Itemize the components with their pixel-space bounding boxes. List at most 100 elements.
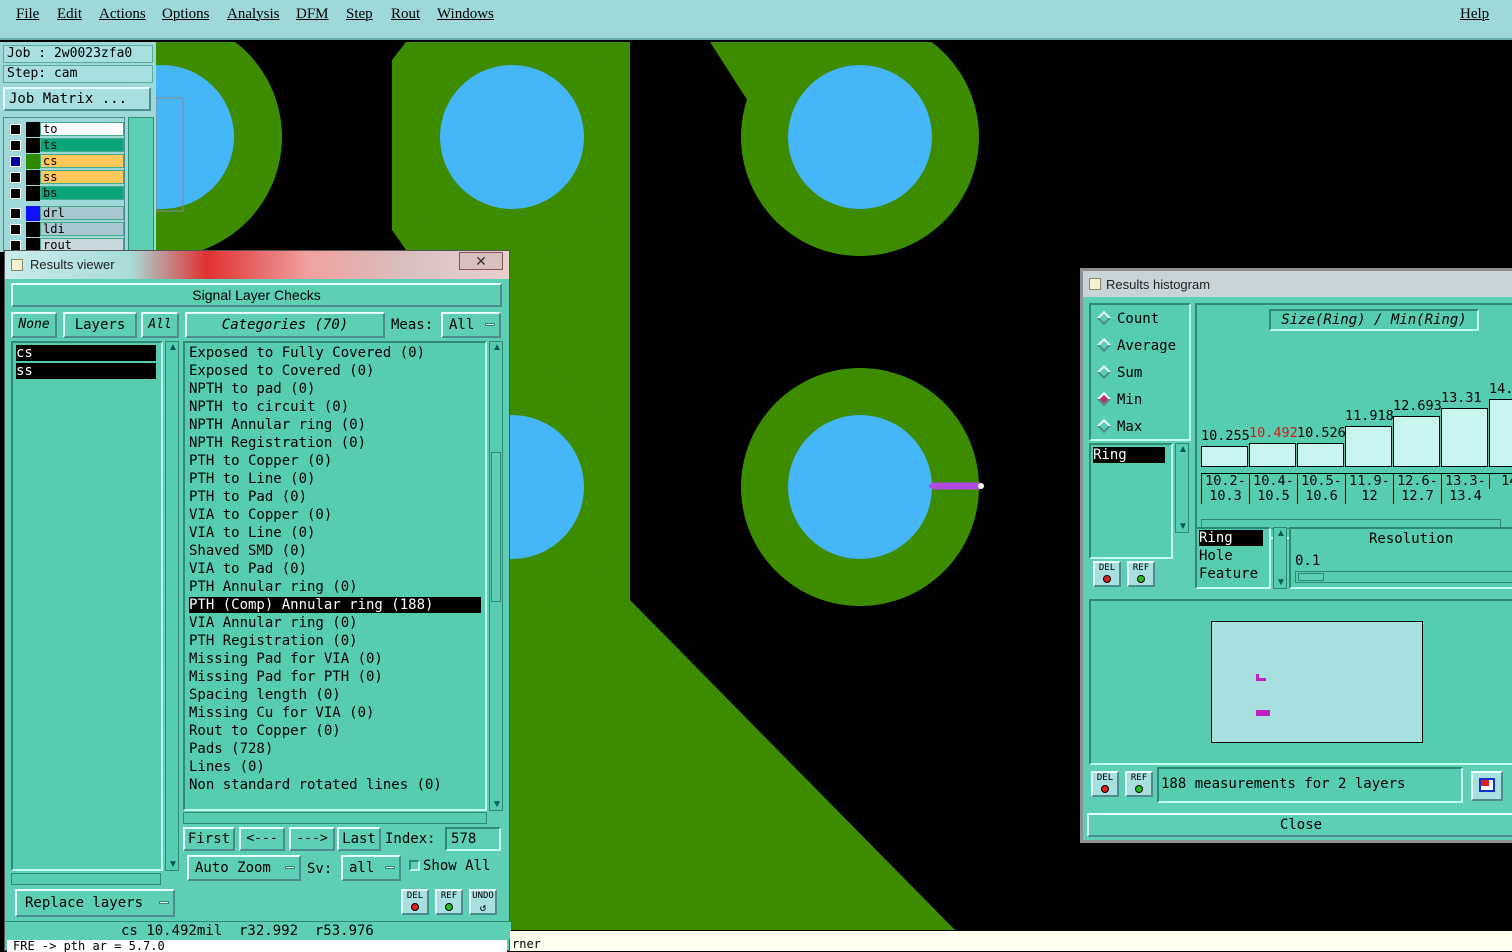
show-all-checkbox[interactable]: [409, 860, 420, 871]
radio-max[interactable]: Max: [1096, 418, 1142, 435]
categories-hscroll[interactable]: [183, 812, 487, 824]
menu-rout[interactable]: Rout: [391, 6, 420, 23]
layer-checkbox[interactable]: [10, 208, 21, 219]
menu-actions[interactable]: Actions: [99, 6, 146, 23]
close-button[interactable]: Close: [1087, 813, 1512, 837]
histogram-bar[interactable]: [1297, 443, 1344, 467]
category-item[interactable]: Non standard rotated lines (0): [189, 777, 442, 793]
layer-scrollbar[interactable]: [128, 117, 154, 252]
layer-checkbox[interactable]: [10, 124, 21, 135]
type-item[interactable]: Hole: [1199, 548, 1233, 564]
category-item[interactable]: PTH Annular ring (0): [189, 579, 358, 595]
layer-row-to[interactable]: to: [8, 122, 124, 137]
first-button[interactable]: First: [183, 827, 235, 851]
histogram-bar[interactable]: [1489, 399, 1512, 467]
menu-edit[interactable]: Edit: [57, 6, 82, 23]
layer-checkbox[interactable]: [10, 188, 21, 199]
histogram-bar[interactable]: [1393, 416, 1440, 467]
layers-button[interactable]: Layers: [63, 312, 137, 338]
menu-dfm[interactable]: DFM: [296, 6, 329, 23]
category-item[interactable]: Lines (0): [189, 759, 265, 775]
scroll-thumb[interactable]: [491, 452, 501, 602]
category-item[interactable]: Shaved SMD (0): [189, 543, 307, 559]
layer-row-ldi[interactable]: ldi: [8, 222, 124, 237]
job-matrix-button[interactable]: Job Matrix ...: [3, 87, 151, 111]
all-button[interactable]: All: [141, 312, 179, 338]
measure-list[interactable]: Ring: [1089, 443, 1173, 559]
category-item[interactable]: Missing Cu for VIA (0): [189, 705, 374, 721]
category-item[interactable]: PTH to Line (0): [189, 471, 315, 487]
histogram-bar[interactable]: [1249, 443, 1296, 467]
category-item[interactable]: Missing Pad for VIA (0): [189, 651, 383, 667]
category-item[interactable]: PTH to Copper (0): [189, 453, 332, 469]
meas-select[interactable]: All: [441, 312, 501, 338]
layer-row-ss[interactable]: ss: [8, 170, 124, 185]
histogram-del-top-button[interactable]: DEL: [1093, 561, 1121, 587]
menu-help[interactable]: Help: [1460, 6, 1489, 23]
type-list[interactable]: Ring Hole Feature: [1195, 527, 1271, 589]
histogram-bar[interactable]: [1201, 446, 1248, 467]
layer-checkbox[interactable]: [10, 172, 21, 183]
replace-layers-select[interactable]: Replace layers: [15, 889, 175, 917]
results-layer-item[interactable]: ss: [16, 363, 156, 379]
type-scrollbar[interactable]: ▲ ▼: [1273, 527, 1287, 589]
radio-average[interactable]: Average: [1096, 337, 1176, 354]
layer-row-drl[interactable]: drl: [8, 206, 124, 221]
category-item[interactable]: NPTH Annular ring (0): [189, 417, 366, 433]
category-item[interactable]: Rout to Copper (0): [189, 723, 341, 739]
del-button[interactable]: DEL: [401, 889, 429, 915]
category-item[interactable]: NPTH to circuit (0): [189, 399, 349, 415]
none-button[interactable]: None: [11, 312, 57, 338]
results-layer-item[interactable]: cs: [16, 345, 156, 361]
layer-checkbox[interactable]: [10, 156, 21, 167]
results-viewer-titlebar[interactable]: Results viewer ✕: [5, 251, 509, 279]
measure-item[interactable]: Ring: [1093, 447, 1165, 463]
histogram-titlebar[interactable]: Results histogram: [1083, 271, 1512, 297]
menu-file[interactable]: File: [16, 6, 39, 23]
layer-checkbox[interactable]: [10, 240, 21, 250]
category-item[interactable]: NPTH Registration (0): [189, 435, 366, 451]
layer-row-cs[interactable]: cs: [8, 154, 124, 169]
histogram-ref-button[interactable]: REF: [1125, 771, 1153, 797]
undo-button[interactable]: UNDO ↺: [469, 889, 497, 915]
type-item[interactable]: Feature: [1199, 566, 1258, 582]
category-item[interactable]: VIA Annular ring (0): [189, 615, 358, 631]
category-item[interactable]: Spacing length (0): [189, 687, 341, 703]
layer-list-hscroll[interactable]: [11, 873, 161, 885]
measure-scrollbar[interactable]: ▲ ▼: [1175, 443, 1189, 533]
category-item[interactable]: PTH Registration (0): [189, 633, 358, 649]
histogram-ref-top-button[interactable]: REF: [1127, 561, 1155, 587]
category-item[interactable]: NPTH to pad (0): [189, 381, 315, 397]
layer-checkbox[interactable]: [10, 224, 21, 235]
menu-windows[interactable]: Windows: [437, 6, 494, 23]
auto-zoom-select[interactable]: Auto Zoom: [187, 855, 301, 881]
type-item[interactable]: Ring: [1199, 530, 1263, 546]
categories-button[interactable]: Categories (70): [185, 312, 385, 338]
layer-row-bs[interactable]: bs: [8, 186, 124, 201]
histogram-del-button[interactable]: DEL: [1091, 771, 1119, 797]
chart-view-icon[interactable]: [1471, 771, 1503, 801]
category-item[interactable]: VIA to Line (0): [189, 525, 315, 541]
layer-row-ts[interactable]: ts: [8, 138, 124, 153]
category-item[interactable]: Pads (728): [189, 741, 273, 757]
layer-row-rout[interactable]: rout: [8, 238, 124, 250]
index-field[interactable]: 578: [445, 827, 501, 851]
category-item[interactable]: VIA to Pad (0): [189, 561, 307, 577]
category-item[interactable]: Exposed to Covered (0): [189, 363, 374, 379]
layer-checkbox[interactable]: [10, 140, 21, 151]
preview-frame[interactable]: [1211, 621, 1423, 743]
category-item[interactable]: PTH (Comp) Annular ring (188): [189, 597, 481, 613]
categories-scrollbar[interactable]: ▲ ▼: [489, 341, 503, 811]
prev-button[interactable]: <---: [239, 827, 285, 851]
radio-count[interactable]: Count: [1096, 310, 1159, 327]
ref-button[interactable]: REF: [435, 889, 463, 915]
resolution-slider[interactable]: [1295, 571, 1512, 583]
slider-thumb[interactable]: [1298, 573, 1324, 581]
radio-min[interactable]: Min: [1096, 391, 1142, 408]
layer-list-scrollbar[interactable]: ▲ ▼: [165, 341, 179, 871]
radio-sum[interactable]: Sum: [1096, 364, 1142, 381]
category-item[interactable]: PTH to Pad (0): [189, 489, 307, 505]
menu-analysis[interactable]: Analysis: [227, 6, 280, 23]
results-layer-list[interactable]: cs ss: [11, 341, 163, 871]
histogram-bar[interactable]: [1345, 426, 1392, 467]
